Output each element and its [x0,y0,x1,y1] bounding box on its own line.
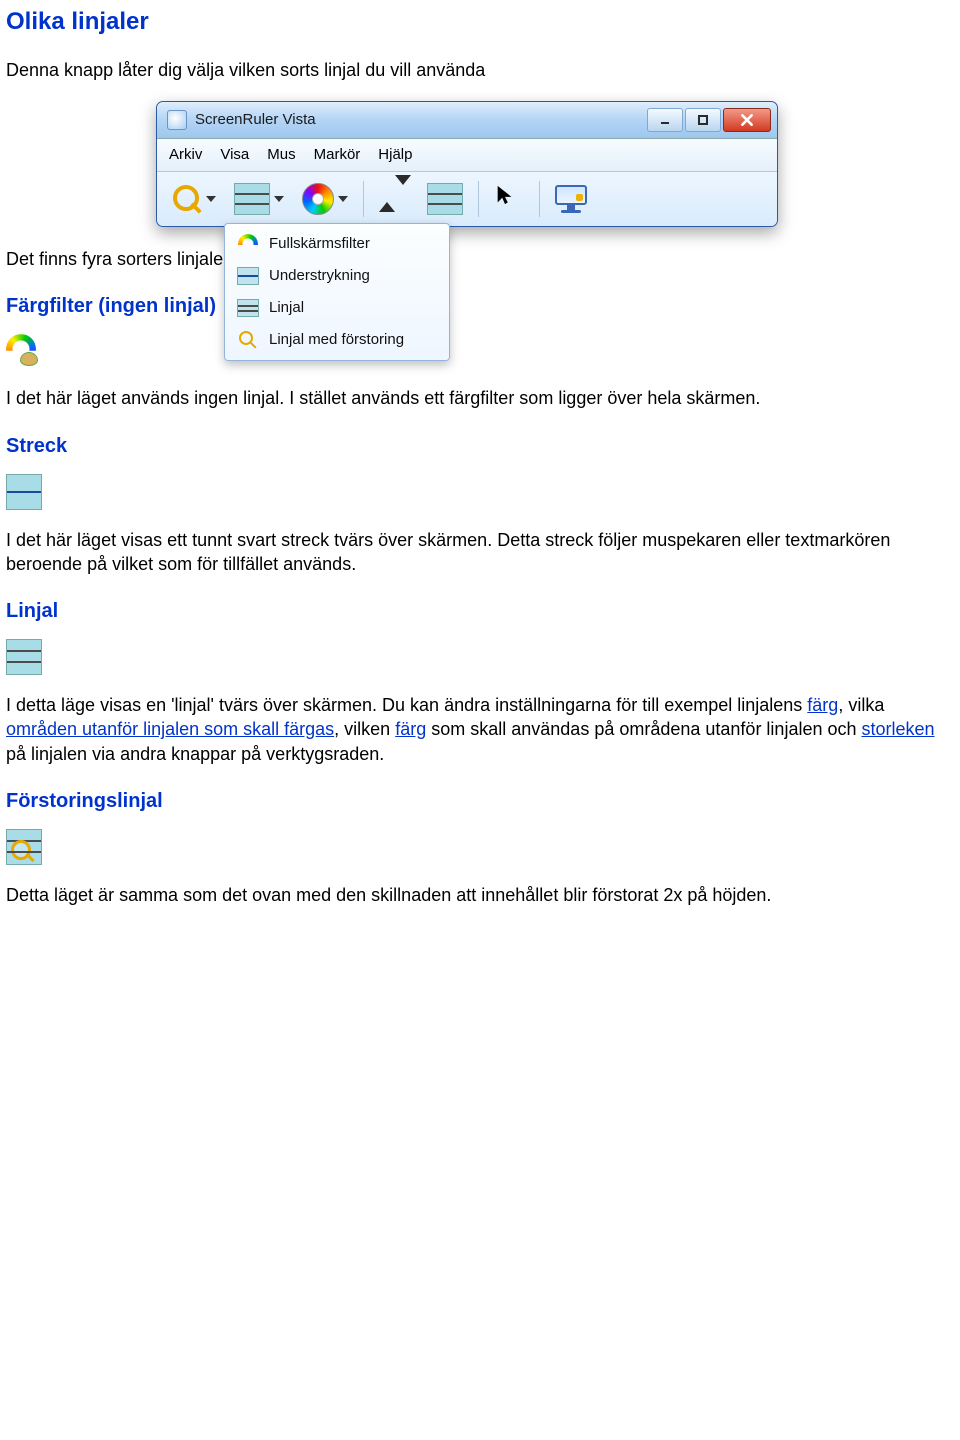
magnifier-icon [172,184,202,214]
menu-hjalp[interactable]: Hjälp [378,145,412,165]
app-icon [167,110,187,130]
dropdown-item-ruler-mag[interactable]: Linjal med förstoring [227,324,447,356]
link-omraden[interactable]: områden utanför linjalen som skall färga… [6,719,334,739]
ruler-magnifier-icon [6,829,42,865]
intro-paragraph: Denna knapp låter dig välja vilken sorts… [6,58,954,82]
heading-olika-linjaler: Olika linjaler [6,6,954,38]
menu-visa[interactable]: Visa [220,145,249,165]
forstoring-paragraph: Detta läget är samma som det ovan med de… [6,883,954,907]
underline-icon [6,474,42,510]
menu-markor[interactable]: Markör [314,145,361,165]
heading-linjal: Linjal [6,598,954,625]
toolbar-ruler-button[interactable] [420,178,470,220]
fargfilter-paragraph: I det här läget används ingen linjal. I … [6,386,954,410]
caret-icon [206,196,216,202]
toolbar-monitor-button[interactable] [548,178,594,220]
close-button[interactable] [723,108,771,132]
color-wheel-icon [302,183,334,215]
linjal-paragraph: I detta läge visas en 'linjal' tvärs öve… [6,693,954,766]
toolbar: Fullskärmsfilter Understrykning Linjal L… [157,172,777,226]
link-farg[interactable]: färg [807,695,838,715]
dropdown-item-ruler[interactable]: Linjal [227,292,447,324]
dropdown-label: Understrykning [269,266,370,286]
cursor-icon [494,184,524,214]
toolbar-magnifier-button[interactable] [165,178,223,220]
streck-paragraph: I det här läget visas ett tunnt svart st… [6,528,954,577]
rainbow-icon [238,234,258,254]
ruler-bars-icon [234,183,270,215]
dropdown-label: Linjal med förstoring [269,330,404,350]
dropdown-item-underline[interactable]: Understrykning [227,260,447,292]
ruler-bars-icon [427,183,463,215]
bars-icon [237,299,259,317]
triangles-icon [379,184,409,214]
magnifier-small-icon [238,330,258,350]
linjal-text-mid2: , vilken [334,719,395,739]
toolbar-ruler-mode-button[interactable]: Fullskärmsfilter Understrykning Linjal L… [227,178,291,220]
menu-mus[interactable]: Mus [267,145,295,165]
maximize-button[interactable] [685,108,721,132]
caret-icon [338,196,348,202]
toolbar-color-button[interactable] [295,178,355,220]
heading-forstoringslinjal: Förstoringslinjal [6,788,954,815]
window-title: ScreenRuler Vista [195,110,647,130]
heading-streck: Streck [6,433,954,460]
link-farg-2[interactable]: färg [395,719,426,739]
linjal-text-post: på linjalen via andra knappar på verktyg… [6,744,384,764]
minimize-button[interactable] [647,108,683,132]
menubar: Arkiv Visa Mus Markör Hjälp [157,139,777,172]
heading-fargfilter: Färgfilter (ingen linjal) [6,293,954,320]
monitor-icon [555,185,587,213]
linjal-text-pre: I detta läge visas en 'linjal' tvärs öve… [6,695,807,715]
underline-icon [237,267,259,285]
dropdown-label: Fullskärmsfilter [269,234,370,254]
window-buttons [647,108,771,132]
toolbar-separator [363,181,364,217]
window-titlebar: ScreenRuler Vista [157,102,777,139]
ruler-icon [6,639,42,675]
menu-arkiv[interactable]: Arkiv [169,145,202,165]
toolbar-separator [478,181,479,217]
screenruler-window: ScreenRuler Vista Arkiv Visa Mus Markör … [156,101,778,227]
ruler-mode-dropdown: Fullskärmsfilter Understrykning Linjal L… [224,223,450,361]
linjal-text-mid1: , vilka [838,695,884,715]
dropdown-label: Linjal [269,298,304,318]
rainbow-palette-icon [6,334,40,368]
dropdown-item-fullscreen[interactable]: Fullskärmsfilter [227,228,447,260]
link-storleken[interactable]: storleken [862,719,935,739]
toolbar-cursor-button[interactable] [487,178,531,220]
linjal-text-mid3: som skall användas på områdena utanför l… [426,719,861,739]
caret-icon [274,196,284,202]
four-types-paragraph: Det finns fyra sorters linjaler: [6,247,954,271]
toolbar-separator [539,181,540,217]
toolbar-size-button[interactable] [372,178,416,220]
